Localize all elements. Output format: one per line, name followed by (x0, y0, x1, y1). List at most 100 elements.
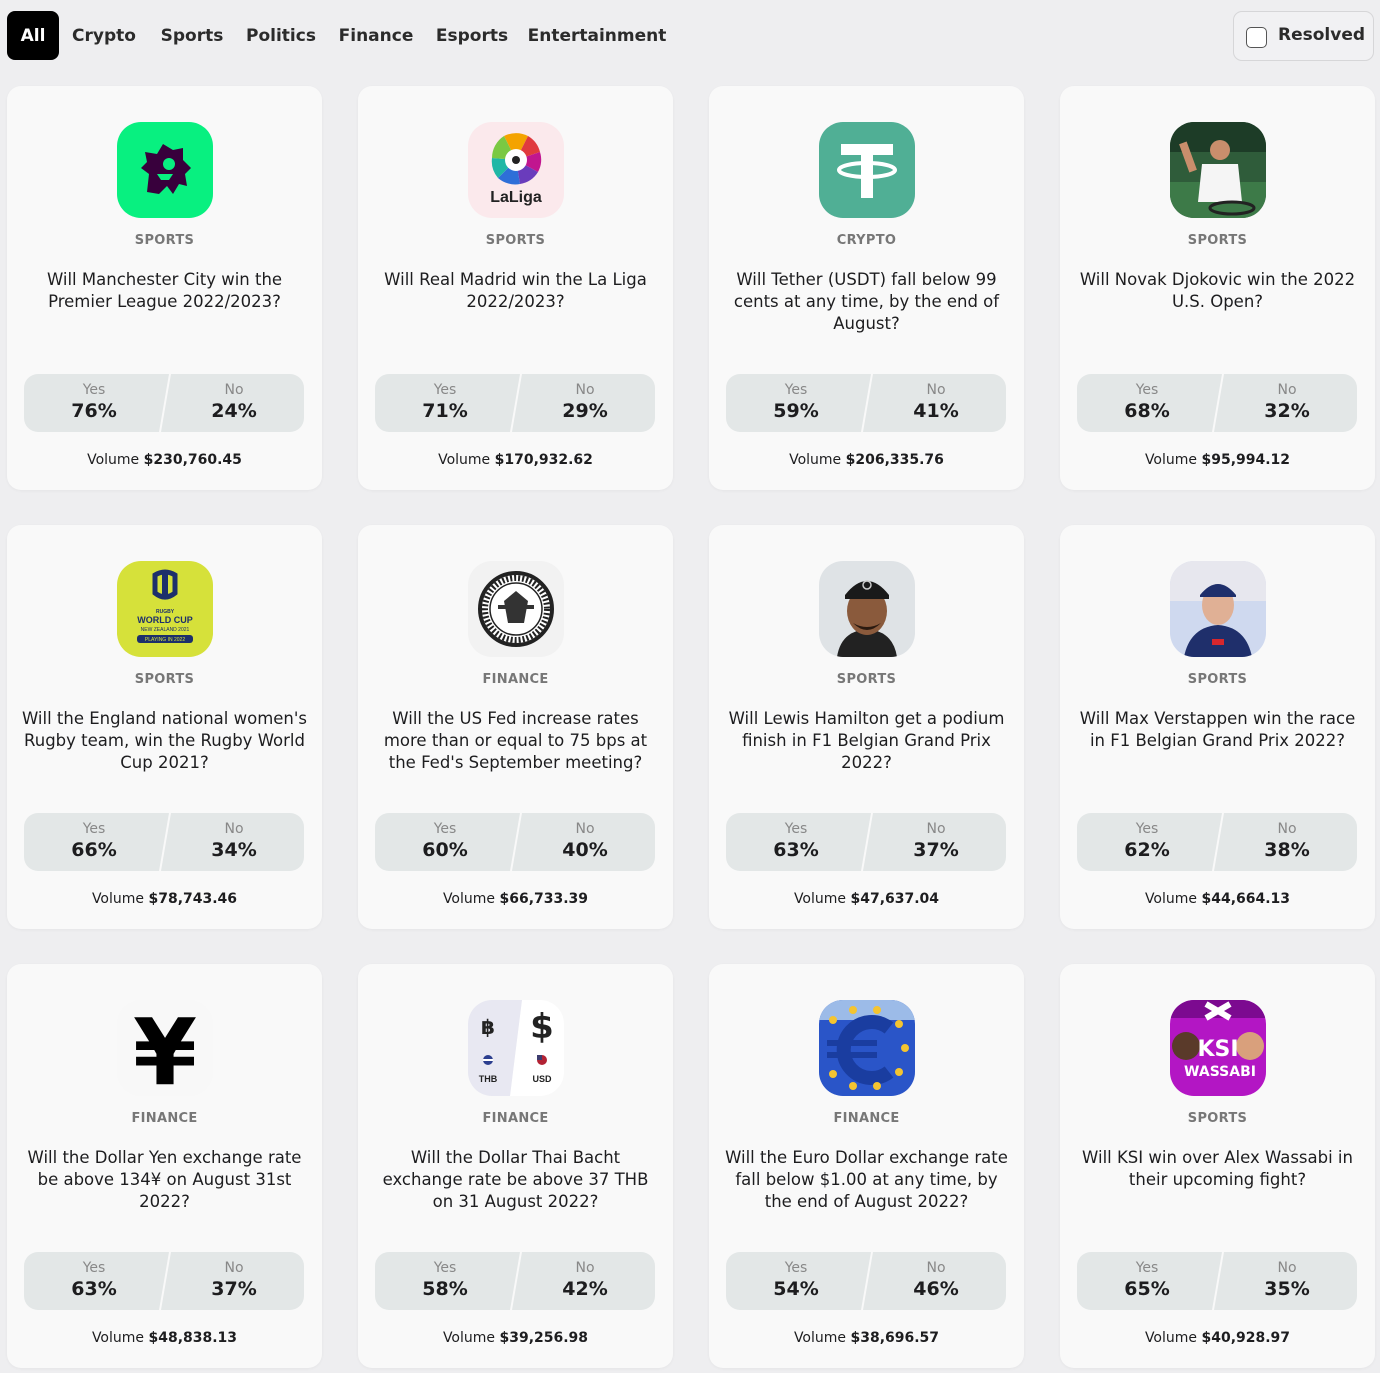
odds-divider (157, 1252, 171, 1310)
svg-text:USD: USD (532, 1074, 552, 1084)
volume-prefix: Volume (91, 891, 145, 907)
market-card[interactable]: LaLiga SPORTS Will Real Madrid win the La… (358, 86, 673, 490)
no-option[interactable]: No 29% (515, 374, 655, 432)
volume-value: $230,760.45 (143, 452, 242, 468)
yes-option[interactable]: Yes 66% (24, 813, 164, 871)
svg-text:$: $ (530, 1007, 554, 1047)
market-question: Will the England national women's Rugby … (21, 709, 308, 772)
svg-text:THB: THB (479, 1074, 498, 1084)
market-card[interactable]: CRYPTO Will Tether (USDT) fall below 99 c… (709, 86, 1024, 490)
odds-panel: Yes 59% No 41% (726, 374, 1006, 432)
yes-option[interactable]: Yes 59% (726, 374, 866, 432)
yes-label: Yes (433, 821, 457, 837)
yes-option[interactable]: Yes 54% (726, 1252, 866, 1310)
volume-value: $170,932.62 (494, 452, 593, 468)
market-card[interactable]: ¥ FINANCE Will the Dollar Yen exchange ra… (7, 964, 322, 1368)
market-card[interactable]: SPORTS Will Novak Djokovic win the 2022 U… (1060, 86, 1375, 490)
odds-divider (859, 1252, 873, 1310)
laliga-icon: LaLiga (468, 122, 564, 218)
odds-divider (157, 813, 171, 871)
verstappen-icon (1170, 561, 1266, 657)
yes-option[interactable]: Yes 76% (24, 374, 164, 432)
resolved-checkbox[interactable] (1246, 27, 1267, 48)
no-option[interactable]: No 34% (164, 813, 304, 871)
market-card[interactable]: RUGBY WORLD CUP NEW ZEALAND 2021 PLAYING… (7, 525, 322, 929)
yes-percent: 71% (422, 400, 468, 422)
tab-crypto[interactable]: Crypto (70, 11, 138, 60)
no-option[interactable]: No 37% (164, 1252, 304, 1310)
volume-value: $95,994.12 (1201, 452, 1291, 468)
volume-value: $206,335.76 (845, 452, 944, 468)
yes-option[interactable]: Yes 68% (1077, 374, 1217, 432)
no-label: No (575, 382, 595, 398)
no-label: No (1277, 821, 1297, 837)
odds-panel: Yes 76% No 24% (24, 374, 304, 432)
resolved-toggle[interactable]: Resolved (1233, 11, 1374, 61)
yes-label: Yes (433, 382, 457, 398)
market-card[interactable]: FINANCE Will the Euro Dollar exchange rat… (709, 964, 1024, 1368)
no-option[interactable]: No 24% (164, 374, 304, 432)
volume-value: $39,256.98 (499, 1330, 589, 1346)
tab-finance[interactable]: Finance (338, 11, 414, 60)
tab-sports[interactable]: Sports (160, 11, 224, 60)
yes-option[interactable]: Yes 58% (375, 1252, 515, 1310)
svg-text:NEW ZEALAND 2021: NEW ZEALAND 2021 (141, 627, 190, 633)
market-volume: Volume $170,932.62 (358, 452, 673, 468)
volume-prefix: Volume (442, 1330, 496, 1346)
tab-politics[interactable]: Politics (246, 11, 316, 60)
market-category: SPORTS (836, 672, 897, 687)
yes-option[interactable]: Yes 60% (375, 813, 515, 871)
yes-percent: 62% (1124, 839, 1170, 861)
no-option[interactable]: No 42% (515, 1252, 655, 1310)
odds-panel: Yes 66% No 34% (24, 813, 304, 871)
odds-panel: Yes 71% No 29% (375, 374, 655, 432)
market-card[interactable]: SPORTS Will Lewis Hamilton get a podium f… (709, 525, 1024, 929)
no-option[interactable]: No 46% (866, 1252, 1006, 1310)
market-card[interactable]: FINANCE Will the US Fed increase rates mo… (358, 525, 673, 929)
market-card[interactable]: SPORTS Will Max Verstappen win the race i… (1060, 525, 1375, 929)
svg-text:¥: ¥ (133, 1000, 197, 1096)
tab-all[interactable]: All (7, 11, 59, 60)
market-category: SPORTS (1187, 233, 1248, 248)
market-question: Will Lewis Hamilton get a podium finish … (728, 709, 1005, 772)
yes-option[interactable]: Yes 62% (1077, 813, 1217, 871)
yes-option[interactable]: Yes 71% (375, 374, 515, 432)
volume-value: $78,743.46 (148, 891, 238, 907)
ksi-wassabi-icon: KSI WASSABI (1170, 1000, 1266, 1096)
market-volume: Volume $95,994.12 (1060, 452, 1375, 468)
volume-value: $40,928.97 (1201, 1330, 1291, 1346)
odds-divider (508, 813, 522, 871)
no-percent: 40% (562, 839, 608, 861)
market-question: Will the Euro Dollar exchange rate fall … (725, 1148, 1008, 1211)
yes-percent: 76% (71, 400, 117, 422)
yes-option[interactable]: Yes 63% (24, 1252, 164, 1310)
market-category: SPORTS (1187, 672, 1248, 687)
yes-percent: 60% (422, 839, 468, 861)
no-option[interactable]: No 32% (1217, 374, 1357, 432)
yes-label: Yes (1135, 821, 1159, 837)
no-option[interactable]: No 41% (866, 374, 1006, 432)
yes-label: Yes (82, 1260, 106, 1276)
svg-text:WORLD CUP: WORLD CUP (137, 615, 193, 625)
yes-percent: 63% (71, 1278, 117, 1300)
market-card[interactable]: ฿ $ THB USD FINANCE Will the Dollar Thai … (358, 964, 673, 1368)
market-card[interactable]: KSI WASSABI SPORTS Will KSI win over Alex… (1060, 964, 1375, 1368)
yes-option[interactable]: Yes 63% (726, 813, 866, 871)
yes-option[interactable]: Yes 65% (1077, 1252, 1217, 1310)
no-option[interactable]: No 35% (1217, 1252, 1357, 1310)
no-option[interactable]: No 40% (515, 813, 655, 871)
market-question: Will Max Verstappen win the race in F1 B… (1079, 709, 1356, 750)
hamilton-icon (819, 561, 915, 657)
tab-esports[interactable]: Esports (436, 11, 508, 60)
no-option[interactable]: No 37% (866, 813, 1006, 871)
premier-league-icon (117, 122, 213, 218)
no-option[interactable]: No 38% (1217, 813, 1357, 871)
market-card[interactable]: SPORTS Will Manchester City win the Premi… (7, 86, 322, 490)
yes-percent: 65% (1124, 1278, 1170, 1300)
resolved-label: Resolved (1278, 25, 1366, 45)
market-volume: Volume $230,760.45 (7, 452, 322, 468)
rugby-world-cup-icon: RUGBY WORLD CUP NEW ZEALAND 2021 PLAYING… (117, 561, 213, 657)
market-category: CRYPTO (836, 233, 897, 248)
no-label: No (926, 382, 946, 398)
tab-entertainment[interactable]: Entertainment (528, 11, 667, 60)
